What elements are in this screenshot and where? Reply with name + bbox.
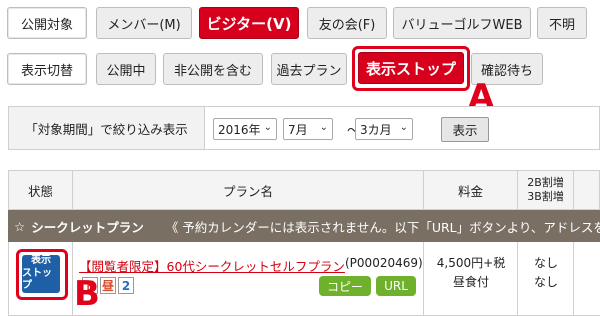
url-button[interactable]: URL	[376, 276, 416, 296]
month-select[interactable]: 7月 ⌄	[283, 118, 333, 140]
year-select-value: 2016年	[218, 122, 261, 137]
duration-select-value: 3カ月	[360, 122, 392, 137]
two-sama-icon: 2	[118, 277, 134, 294]
discount-3b-value: なし	[533, 275, 558, 290]
status-line2: ストップ	[22, 267, 52, 292]
table-header: 状態 プラン名 料金 2B割増 3B割増	[8, 170, 600, 210]
display-stop-status-button[interactable]: 表示 ストップ	[22, 255, 60, 293]
member-button[interactable]: メンバー(M)	[96, 7, 192, 39]
status-line1: 表示	[31, 255, 51, 267]
copy-button[interactable]: コピー	[319, 276, 371, 296]
public-button[interactable]: 公開中	[96, 53, 156, 85]
header-plan-name: プラン名	[73, 171, 424, 209]
lunch-icon: 昼	[100, 277, 116, 294]
show-button[interactable]: 表示	[441, 117, 489, 142]
chevron-down-icon: ⌄	[319, 122, 328, 133]
value-golf-web-button[interactable]: バリューゴルフWEB	[393, 7, 531, 39]
header-discount-3b: 3B割増	[527, 190, 564, 203]
price-note: 昼食付	[452, 275, 489, 290]
chevron-down-icon: ⌄	[399, 122, 408, 133]
friends-club-button[interactable]: 友の会(F)	[307, 7, 387, 39]
display-toggle-label: 表示切替	[7, 53, 87, 85]
discount-2b-value: なし	[533, 256, 558, 270]
header-price: 料金	[424, 171, 518, 209]
chevron-down-icon: ⌄	[263, 122, 272, 133]
plan-code: (P00020469)	[345, 256, 423, 270]
visibility-target-label: 公開対象	[7, 7, 87, 39]
header-status: 状態	[9, 171, 73, 209]
month-select-value: 7月	[288, 122, 308, 137]
discount-cell: なし なし	[518, 254, 574, 292]
annotation-letter-b: B	[74, 274, 100, 314]
header-discount-2b: 2B割増	[527, 175, 564, 189]
duration-select[interactable]: 3カ月 ⌄	[355, 118, 413, 140]
period-filter-bar: 「対象期間」で絞り込み表示 2016年 ⌄ 7月 ⌄ ～ 3カ月 ⌄ 表示	[8, 106, 600, 150]
unknown-button[interactable]: 不明	[537, 7, 587, 39]
star-icon: ☆	[14, 218, 26, 234]
display-stop-button[interactable]: 表示ストップ	[358, 52, 464, 84]
period-filter-label: 「対象期間」で絞り込み表示	[9, 107, 205, 149]
price-value: 4,500円+税	[436, 256, 506, 270]
year-select[interactable]: 2016年 ⌄	[213, 118, 277, 140]
visitor-button[interactable]: ビジター(V)	[199, 7, 299, 39]
plan-name-link[interactable]: 【閲覧者限定】60代シークレットセルフプラン	[79, 256, 345, 275]
past-plans-button[interactable]: 過去プラン	[271, 53, 347, 85]
category-row: ☆ シークレットプラン 《 予約カレンダーには表示されません。以下「URL」ボタ…	[8, 210, 600, 242]
price-cell: 4,500円+税 昼食付	[424, 254, 518, 292]
include-private-button[interactable]: 非公開を含む	[163, 53, 263, 85]
category-note: 《 予約カレンダーには表示されません。以下「URL」ボタンより、アドレスを	[165, 219, 600, 235]
header-discount: 2B割増 3B割増	[518, 171, 574, 209]
category-name: シークレットプラン	[31, 219, 144, 235]
